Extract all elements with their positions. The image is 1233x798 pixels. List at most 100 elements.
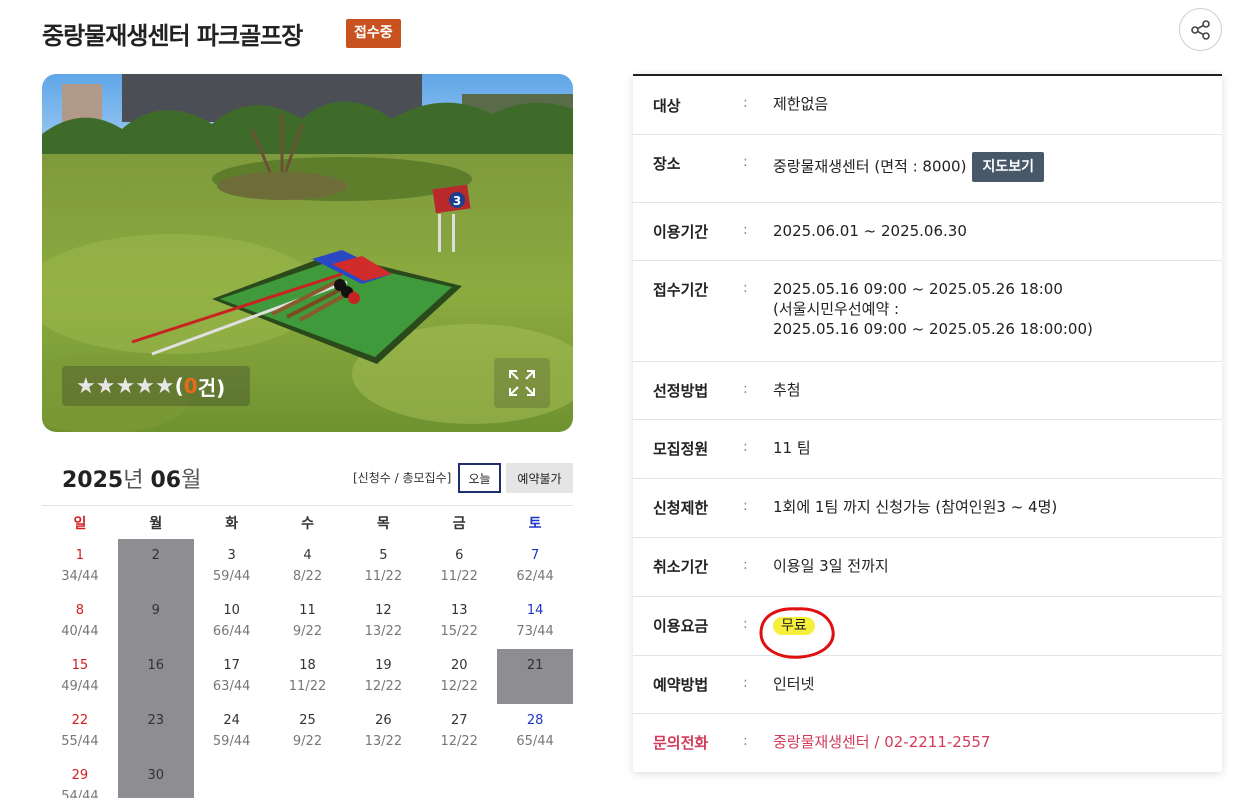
location-text: 중랑물재생센터 (면적 : 8000) [773, 157, 967, 176]
info-colon: : [743, 381, 748, 397]
calendar-day-cell[interactable]: 13 15/22 [421, 594, 497, 649]
day-number: 3 [227, 548, 236, 563]
calendar-week-row: 1 34/44 2 3 59/44 4 8/22 5 11/22 6 11/22 7 62/44 [42, 539, 573, 594]
calendar-day-cell[interactable]: 17 63/44 [194, 649, 270, 704]
calendar-weekday-header: 일월화수목금토 [42, 506, 573, 539]
info-label: 선정방법 [653, 382, 709, 400]
calendar-day-cell: 2 [117, 539, 194, 594]
weekday-header: 목 [376, 515, 390, 532]
calendar-day-cell[interactable]: 4 8/22 [270, 539, 346, 594]
calendar-day-cell[interactable]: 28 65/44 [497, 704, 573, 759]
day-number: 22 [71, 713, 89, 728]
info-row-contact: 문의전화 : 중랑물재생센터 / 02-2211-2557 [633, 714, 1222, 772]
calendar-day-cell[interactable]: 11 9/22 [270, 594, 346, 649]
application-count: 11/22 [288, 679, 327, 694]
weekday-header: 금 [452, 515, 466, 532]
day-number: 13 [450, 603, 468, 618]
application-count: 66/44 [212, 624, 251, 639]
application-count: 12/22 [440, 679, 478, 694]
info-colon: : [743, 95, 748, 111]
info-value: 2025.06.01 ~ 2025.06.30 [773, 222, 967, 240]
calendar-day-cell[interactable]: 14 73/44 [497, 594, 573, 649]
calendar-day-cell[interactable]: 5 11/22 [345, 539, 421, 594]
calendar-day-cell[interactable]: 1 34/44 [42, 539, 118, 594]
rating-close: 건) [197, 375, 226, 400]
calendar-day-cell[interactable]: 29 54/44 [42, 759, 118, 798]
calendar-empty-cell [421, 759, 497, 798]
day-number: 1 [75, 548, 85, 563]
application-count: 40/44 [61, 624, 99, 639]
calendar-day-cell[interactable]: 22 55/44 [42, 704, 118, 759]
calendar-day-cell[interactable]: 26 13/22 [345, 704, 421, 759]
calendar-day-cell[interactable]: 19 12/22 [345, 649, 421, 704]
calendar-day-cell[interactable]: 8 40/44 [42, 594, 118, 649]
day-number: 18 [299, 658, 316, 673]
info-value: 1회에 1팀 까지 신청가능 (참여인원3 ~ 4명) [773, 498, 1058, 516]
info-label: 이용기간 [653, 223, 709, 241]
day-number: 6 [455, 548, 464, 563]
today-button[interactable]: 오늘 [458, 463, 501, 493]
calendar-day-cell[interactable]: 18 11/22 [270, 649, 346, 704]
day-number: 25 [299, 713, 316, 728]
contact-value[interactable]: 중랑물재생센터 / 02-2211-2557 [773, 732, 990, 752]
info-value: 제한없음 [773, 95, 829, 113]
application-count: 9/22 [292, 734, 323, 749]
day-number: 24 [223, 713, 240, 728]
calendar-month-unit: 월 [181, 468, 202, 493]
map-button[interactable]: 지도보기 [972, 152, 1044, 182]
calendar-day-cell[interactable]: 7 62/44 [497, 539, 573, 594]
application-count: 62/44 [516, 569, 554, 584]
calendar-day-cell: 21 [497, 649, 574, 704]
weekday-header: 토 [528, 515, 542, 532]
info-label: 취소기간 [653, 558, 709, 576]
reception-line: 2025.05.16 09:00 ~ 2025.05.26 18:00 [773, 280, 1063, 298]
calendar-day-cell[interactable]: 6 11/22 [421, 539, 497, 594]
application-count: 11/22 [364, 569, 403, 584]
share-icon [1190, 19, 1210, 40]
calendar-title: 2025년 06월 [62, 462, 201, 494]
info-value: 이용일 3일 전까지 [773, 557, 889, 575]
application-count: 73/44 [516, 624, 554, 639]
info-row-selection: 선정방법 : 추첨 [633, 362, 1222, 420]
application-count: 65/44 [516, 734, 554, 749]
application-count: 11/22 [440, 569, 478, 584]
calendar-month: 06 [150, 468, 182, 493]
day-number: 2 [151, 548, 160, 563]
info-value: 인터넷 [773, 675, 815, 693]
calendar-year: 2025 [62, 468, 124, 493]
calendar-empty-cell [497, 759, 573, 798]
facility-photo[interactable]: 3 ★★★★★ ( 0 건) [42, 74, 573, 432]
info-row-fee: 이용요금 : 무료 [633, 597, 1222, 659]
info-row-capacity: 모집정원 : 11 팀 [633, 420, 1222, 479]
application-count: 13/22 [364, 624, 403, 639]
calendar-empty-cell [270, 759, 346, 798]
day-number: 15 [71, 658, 89, 673]
calendar-day-cell[interactable]: 25 9/22 [270, 704, 346, 759]
info-label: 문의전화 [653, 734, 709, 752]
calendar-day-cell[interactable]: 20 12/22 [421, 649, 497, 704]
calendar-day-cell[interactable]: 10 66/44 [194, 594, 270, 649]
day-number: 9 [151, 603, 160, 618]
day-number: 27 [450, 713, 468, 728]
info-colon: : [743, 154, 748, 170]
info-colon: : [743, 557, 748, 573]
day-number: 11 [299, 603, 316, 618]
info-panel: 대상 : 제한없음 장소 : 중랑물재생센터 (면적 : 8000) 지도보기 이… [633, 74, 1222, 772]
info-colon: : [743, 280, 748, 296]
calendar-day-cell[interactable]: 3 59/44 [194, 539, 270, 594]
reception-line: 2025.05.16 09:00 ~ 2025.05.26 18:00:00) [773, 320, 1093, 338]
calendar-day-cell[interactable]: 27 12/22 [421, 704, 497, 759]
application-count: 15/22 [440, 624, 478, 639]
calendar-day-cell: 9 [117, 594, 194, 649]
calendar-day-cell[interactable]: 12 13/22 [345, 594, 421, 649]
day-number: 17 [223, 658, 240, 673]
calendar-day-cell[interactable]: 24 59/44 [194, 704, 270, 759]
calendar-year-unit: 년 [123, 468, 151, 493]
calendar-day-cell[interactable]: 15 49/44 [42, 649, 118, 704]
day-number: 20 [450, 658, 468, 673]
expand-photo-button[interactable] [494, 358, 550, 408]
info-colon: : [743, 439, 748, 455]
info-value: 11 팀 [773, 439, 811, 457]
weekday-header: 수 [301, 515, 314, 532]
share-button[interactable] [1179, 8, 1222, 51]
